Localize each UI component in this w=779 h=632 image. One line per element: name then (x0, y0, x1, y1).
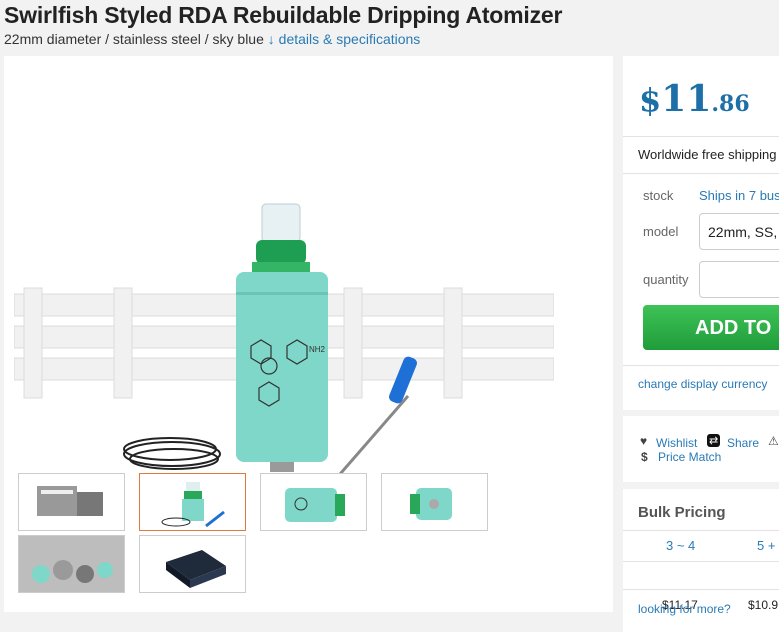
change-currency-link[interactable]: change display currency (638, 377, 767, 391)
product-subtitle: 22mm diameter / stainless steel / sky bl… (4, 31, 420, 47)
model-label: model (643, 224, 679, 239)
divider (623, 365, 779, 366)
wishlist-link[interactable]: Wishlist (656, 436, 697, 450)
dollar-icon: $ (641, 450, 648, 464)
divider (623, 136, 779, 137)
bulk-pricing-panel: Bulk Pricing 3 ~ 4 5 + $11.17 $11.17 $10… (623, 489, 779, 632)
stock-value: Ships in 7 bus (699, 188, 779, 203)
bulk-tier-qty: 5 + (757, 538, 776, 553)
bulk-pricing-title: Bulk Pricing (638, 504, 726, 521)
thumbnail-1[interactable] (18, 473, 125, 531)
share-link[interactable]: Share (727, 436, 759, 450)
price-cents: .86 (711, 91, 750, 117)
model-select[interactable]: 22mm, SS, (699, 213, 779, 250)
thumbnail-4[interactable] (381, 473, 488, 531)
divider (623, 530, 779, 531)
divider (623, 561, 779, 562)
purchase-panel: $11.86 Worldwide free shipping stock Shi… (623, 56, 779, 410)
product-variant-text: 22mm diameter / stainless steel / sky bl… (4, 31, 264, 47)
add-to-cart-button[interactable]: ADD TO (643, 305, 779, 350)
molecule-label: NH2 (309, 345, 326, 354)
details-link[interactable]: ↓ details & specifications (268, 31, 421, 47)
actions-panel: ♥ Wishlist ⇄ Share ⚠ $ Price Match (623, 416, 779, 482)
price-currency-symbol: $ (639, 81, 662, 119)
thumbnail-2[interactable] (139, 473, 246, 531)
stock-label: stock (643, 188, 674, 203)
warning-icon: ⚠ (768, 434, 779, 448)
looking-for-more-link[interactable]: looking for more? (638, 602, 731, 616)
product-gallery: NH2 (4, 56, 613, 612)
price-match-link[interactable]: Price Match (658, 450, 721, 464)
bulk-tier-qty: 3 ~ 4 (666, 538, 696, 553)
divider (623, 173, 779, 174)
price-integer: 11 (661, 78, 712, 120)
bulk-tier-price: $10.9 (748, 598, 779, 612)
quantity-input[interactable] (699, 261, 779, 298)
shipping-info: Worldwide free shipping (638, 147, 777, 162)
divider (623, 589, 779, 590)
quantity-label: quantity (643, 272, 689, 287)
share-icon: ⇄ (707, 434, 721, 447)
thumbnail-3[interactable] (260, 473, 367, 531)
heart-icon: ♥ (640, 434, 648, 448)
thumbnail-6[interactable] (139, 535, 246, 593)
main-product-image[interactable]: NH2 (14, 176, 554, 496)
product-title: Swirlfish Styled RDA Rebuildable Drippin… (4, 2, 563, 28)
price-display: $11.86 (639, 78, 750, 120)
thumbnail-5[interactable] (18, 535, 125, 593)
